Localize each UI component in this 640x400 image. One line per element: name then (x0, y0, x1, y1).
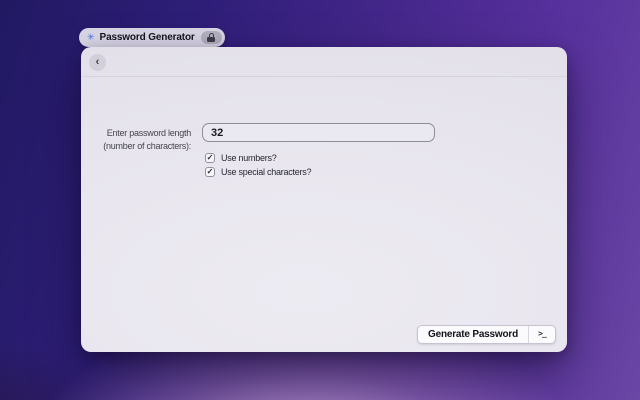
use-special-characters-checkbox[interactable]: ✓ (205, 167, 215, 177)
use-numbers-label: Use numbers? (221, 153, 277, 163)
password-length-input[interactable] (202, 123, 435, 142)
checkmark-icon: ✓ (207, 154, 214, 162)
back-button[interactable]: ‹ (89, 54, 106, 71)
password-length-label-line2: (number of characters): (87, 140, 191, 153)
window-content: Enter password length (number of charact… (81, 77, 567, 351)
window-header: ‹ (81, 47, 567, 77)
password-length-label-line1: Enter password length (87, 127, 191, 140)
password-length-label: Enter password length (number of charact… (87, 127, 191, 153)
desktop: { "background": { "gradient_top_left": "… (0, 0, 640, 400)
asterisk-app-icon: ✳ (87, 33, 95, 42)
checkmark-icon: ✓ (207, 168, 214, 176)
use-numbers-row[interactable]: ✓ Use numbers? (205, 153, 277, 163)
use-special-characters-label: Use special characters? (221, 167, 311, 177)
lock-badge (201, 31, 222, 44)
use-special-characters-row[interactable]: ✓ Use special characters? (205, 167, 311, 177)
generate-password-label: Generate Password (418, 326, 528, 343)
generate-password-button[interactable]: Generate Password >_ (417, 325, 556, 344)
terminal-prompt-icon: >_ (529, 326, 555, 343)
app-tab[interactable]: ✳ Password Generator (79, 28, 225, 47)
tab-title: Password Generator (100, 32, 195, 43)
password-generator-window: ‹ Enter password length (number of chara… (81, 47, 567, 352)
use-numbers-checkbox[interactable]: ✓ (205, 153, 215, 163)
